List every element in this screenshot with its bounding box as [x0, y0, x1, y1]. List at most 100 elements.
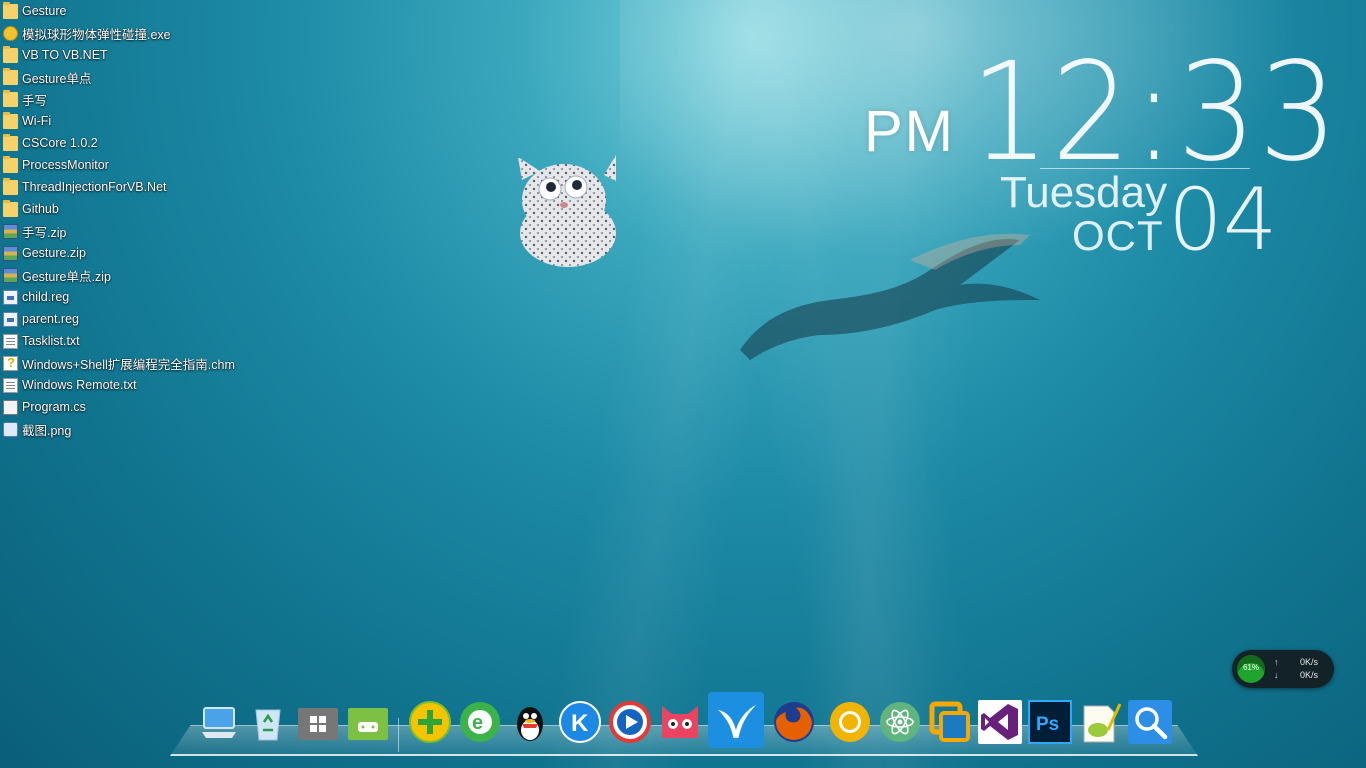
desktop-item-label: Windows Remote.txt: [22, 378, 137, 392]
folder-icon: [3, 133, 18, 151]
text-file-icon: [3, 377, 18, 393]
desktop-item[interactable]: child.reg: [3, 286, 69, 308]
upload-speed: 0K/s: [1299, 657, 1318, 667]
dock-item-android-emulator[interactable]: [346, 700, 390, 744]
desktop-item[interactable]: Gesture: [3, 0, 66, 22]
visual-studio-icon: [978, 700, 1022, 744]
desktop-item[interactable]: Tasklist.txt: [3, 330, 80, 352]
desktop-item[interactable]: parent.reg: [3, 308, 79, 330]
desktop-item-label: Gesture: [22, 4, 67, 18]
folder-icon: [3, 111, 18, 129]
desktop-item-label: Windows+Shell扩展编程完全指南.chm: [22, 357, 235, 372]
desktop-item-label: 手写: [22, 93, 48, 108]
help-file-icon: [3, 355, 18, 371]
image-file-icon: [3, 421, 18, 437]
qq-icon: [517, 707, 543, 741]
desktop-item[interactable]: VB TO VB.NET: [3, 44, 108, 66]
desktop-item-label: Gesture单点.zip: [22, 269, 111, 284]
desktop-item[interactable]: Program.cs: [3, 396, 86, 418]
folder-icon: [3, 89, 18, 107]
search-icon: [1128, 700, 1172, 744]
desktop-item[interactable]: 手写: [3, 88, 47, 110]
notepad-plus-plus-icon: [1083, 703, 1122, 743]
desktop-item-label: VB TO VB.NET: [22, 48, 108, 62]
desktop-item[interactable]: ThreadInjectionForVB.Net: [3, 176, 167, 198]
dock-item-firefox[interactable]: [772, 700, 816, 744]
desktop-item[interactable]: 模拟球形物体弹性碰撞.exe: [3, 22, 171, 44]
folder-icon: [3, 45, 18, 63]
clock-weekday: Tuesday: [1000, 168, 1168, 217]
dock-item-recycle-bin[interactable]: [246, 700, 290, 744]
dock-item-photoshop[interactable]: Ps: [1028, 700, 1072, 744]
recycle-bin-icon: [255, 709, 281, 741]
desktop-item-label: Wi-Fi: [22, 114, 52, 128]
dock-item-computer[interactable]: [196, 700, 240, 744]
desktop-item-label: 手写.zip: [22, 225, 67, 240]
desktop-item[interactable]: ProcessMonitor: [3, 154, 109, 176]
desktop-item[interactable]: Windows+Shell扩展编程完全指南.chm: [3, 352, 235, 374]
desktop-item-label: Gesture.zip: [22, 246, 86, 260]
desktop-item[interactable]: Gesture单点: [3, 66, 91, 88]
desktop-item-label: 截图.png: [22, 423, 72, 438]
network-speed-widget[interactable]: 61% ↑ ↓ 0K/s 0K/s: [1232, 650, 1334, 688]
dock-item-visual-studio[interactable]: [978, 700, 1022, 744]
tmall-icon: [662, 706, 698, 738]
desktop-item[interactable]: Gesture.zip: [3, 242, 86, 264]
dock-item-search[interactable]: [1128, 700, 1172, 744]
dock-item-video-player[interactable]: [608, 700, 652, 744]
desktop-item[interactable]: 手写.zip: [3, 220, 66, 242]
desktop-item[interactable]: Gesture单点.zip: [3, 264, 111, 286]
download-arrow-icon: ↓: [1274, 670, 1279, 680]
desktop-item-label: ThreadInjectionForVB.Net: [22, 180, 167, 194]
chrome-canary-icon: [830, 702, 870, 742]
dock-item-vmware[interactable]: [928, 700, 972, 744]
svg-text:Ps: Ps: [1036, 714, 1059, 735]
registry-file-icon: [3, 311, 18, 327]
vmware-icon: [929, 701, 970, 742]
clock-day: 04: [1168, 170, 1278, 270]
dock-divider: [398, 718, 399, 752]
folder-icon: [3, 177, 18, 195]
folder-icon: [3, 1, 18, 19]
desktop-item-label: ProcessMonitor: [22, 158, 109, 172]
dock-item-qq[interactable]: [508, 700, 552, 744]
desktop-item[interactable]: 截图.png: [3, 418, 71, 440]
desktop-item-label: CSCore 1.0.2: [22, 136, 98, 150]
zip-archive-icon: [3, 245, 18, 261]
dock-item-atom[interactable]: [878, 700, 922, 744]
dock-item-kugou[interactable]: K: [558, 700, 602, 744]
desktop-item-label: Github: [22, 202, 59, 216]
zip-archive-icon: [3, 267, 18, 283]
desktop-pet-cat[interactable]: [508, 155, 628, 270]
dock-item-360-browser[interactable]: e: [458, 700, 502, 744]
firefox-icon: [774, 702, 814, 742]
folder-icon: [3, 67, 18, 85]
clock-widget[interactable]: PM 12:33 Tuesday OCT 04: [850, 34, 1338, 270]
360-browser-icon: e: [460, 702, 500, 742]
desktop-item[interactable]: Github: [3, 198, 59, 220]
zip-archive-icon: [3, 223, 18, 239]
dock-item-windows-store[interactable]: [296, 700, 340, 744]
desktop-item-label: Program.cs: [22, 400, 86, 414]
atom-icon: [880, 702, 920, 742]
text-file-icon: [3, 333, 18, 349]
xunlei-icon: [708, 692, 764, 748]
desktop-item[interactable]: Wi-Fi: [3, 110, 51, 132]
registry-file-icon: [3, 289, 18, 305]
android-emulator-icon: [348, 708, 388, 740]
download-speed: 0K/s: [1299, 670, 1318, 680]
dock-item-360-safe[interactable]: [408, 700, 452, 744]
upload-arrow-icon: ↑: [1274, 657, 1279, 667]
photoshop-icon: Ps: [1028, 700, 1072, 744]
desktop-item[interactable]: CSCore 1.0.2: [3, 132, 98, 154]
video-player-icon: [609, 701, 651, 743]
dock-item-tmall[interactable]: [658, 700, 702, 744]
dock-item-chrome-canary[interactable]: [828, 700, 872, 744]
dock-item-notepad-plus-plus[interactable]: [1078, 700, 1122, 744]
exe-icon: [3, 25, 18, 41]
csharp-file-icon: [3, 399, 18, 415]
desktop-item[interactable]: Windows Remote.txt: [3, 374, 137, 396]
dock-item-xunlei[interactable]: [708, 692, 764, 748]
windows-store-icon: [298, 708, 338, 740]
computer-icon: [202, 707, 236, 738]
